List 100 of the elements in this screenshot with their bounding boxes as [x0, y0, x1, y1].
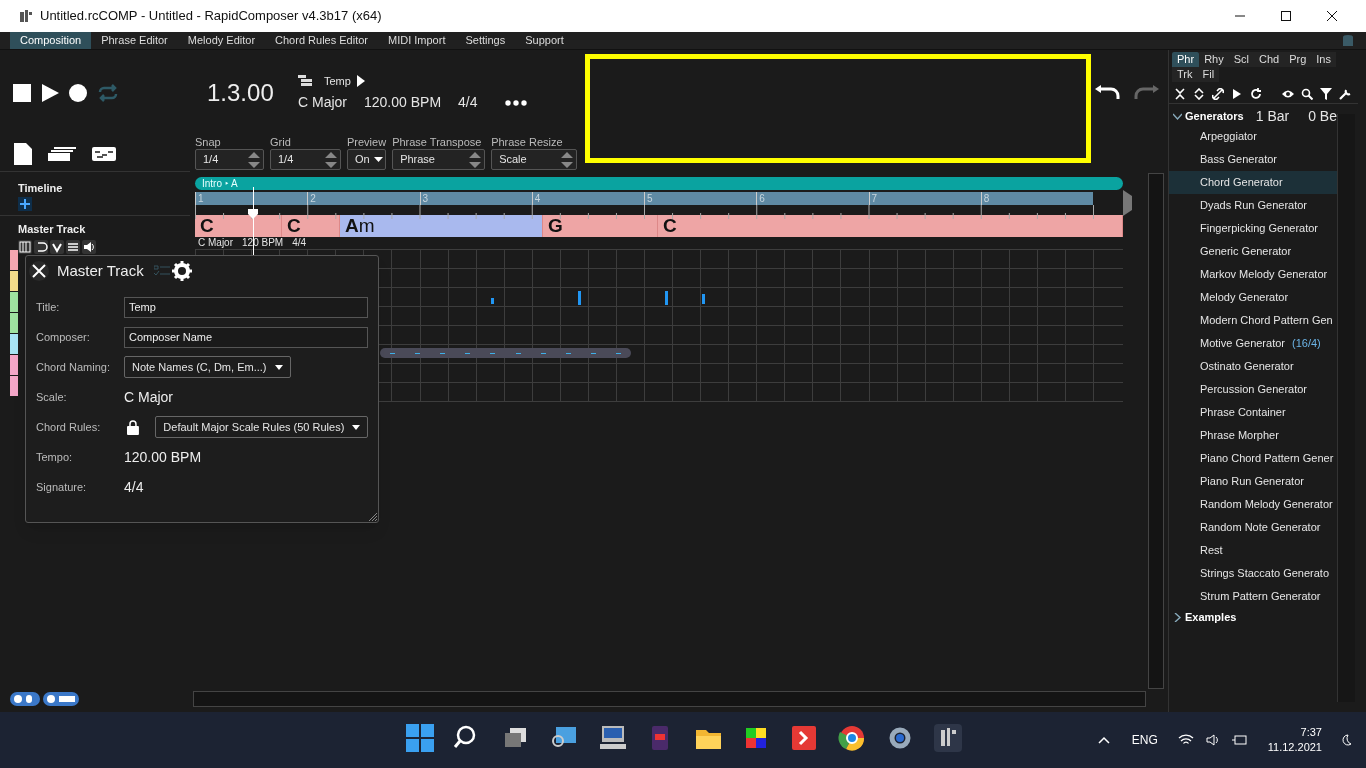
tree-item[interactable]: Percussion Generator	[1169, 378, 1337, 401]
tree-item[interactable]: Rest	[1169, 539, 1337, 562]
menu-tab[interactable]: Support	[515, 32, 574, 49]
tree-item[interactable]: Motive Generator (16/4)	[1169, 332, 1337, 355]
text-input[interactable]: Composer Name	[124, 326, 368, 348]
layers-icon[interactable]	[48, 146, 76, 161]
maximize-icon[interactable]	[1280, 10, 1292, 22]
menu-tab[interactable]: Composition	[10, 32, 92, 49]
lock-icon[interactable]	[127, 419, 140, 435]
filter-icon[interactable]	[1320, 87, 1332, 100]
dropdown[interactable]: Default Major Scale Rules (50 Rules)	[155, 416, 368, 438]
record-icon[interactable]	[69, 84, 87, 102]
chevron-right-icon[interactable]	[1173, 612, 1182, 622]
spinner-field[interactable]: 1/4	[270, 149, 341, 170]
tree-item[interactable]: Random Melody Generator	[1169, 493, 1337, 516]
add-button[interactable]	[18, 196, 32, 211]
link-icon[interactable]	[1212, 87, 1224, 100]
tree-item[interactable]: Chord Generator	[1169, 171, 1337, 194]
library-tab[interactable]: Ins	[1311, 52, 1336, 67]
spinner-field[interactable]: Phrase	[392, 149, 486, 170]
refresh-icon[interactable]	[1250, 87, 1262, 100]
redo-icon[interactable]	[1133, 85, 1159, 101]
spinner-arrows-icon[interactable]	[468, 151, 483, 168]
tree-item[interactable]: Generic Generator	[1169, 240, 1337, 263]
library-tab[interactable]: Scl	[1228, 52, 1254, 67]
spinner-field[interactable]: Scale	[491, 149, 578, 170]
chevron-down-icon[interactable]	[50, 239, 64, 254]
tree-item[interactable]: Random Note Generator	[1169, 516, 1337, 539]
close-icon[interactable]	[29, 261, 49, 281]
menu-tab[interactable]: Chord Rules Editor	[265, 32, 378, 49]
menu-tab[interactable]: Phrase Editor	[91, 32, 178, 49]
chord-block[interactable]: C	[195, 215, 282, 237]
spinner-arrows-icon[interactable]	[560, 151, 575, 168]
tree-item[interactable]: Ostinato Generator	[1169, 355, 1337, 378]
piano-roll-icon[interactable]	[92, 146, 116, 161]
menu-icon[interactable]	[66, 239, 80, 254]
tree-folder[interactable]: Generators	[1185, 107, 1244, 125]
tree-item[interactable]: Melody Generator	[1169, 286, 1337, 309]
dropdown[interactable]: Note Names (C, Dm, Em...)	[124, 356, 291, 378]
tree-item[interactable]: Bass Generator	[1169, 148, 1337, 171]
tree-item[interactable]: Arpeggiator	[1169, 125, 1337, 148]
spinner-arrows-icon[interactable]	[247, 151, 261, 168]
menu-tab[interactable]: Settings	[455, 32, 516, 49]
wrench-icon[interactable]	[1339, 87, 1351, 100]
vertical-scrollbar[interactable]	[1148, 173, 1164, 689]
battery-plug-icon[interactable]	[1231, 734, 1248, 746]
spinner-arrows-icon[interactable]	[324, 151, 338, 168]
tree-item[interactable]: Dyads Run Generator	[1169, 194, 1337, 217]
settings-icon[interactable]	[171, 261, 192, 281]
expand-arrow-icon[interactable]	[356, 75, 365, 87]
library-tab[interactable]: Phr	[1172, 52, 1200, 67]
keyboard-info-icon[interactable]	[43, 692, 79, 706]
search-icon[interactable]	[1301, 87, 1313, 100]
wifi-icon[interactable]	[1177, 734, 1194, 746]
library-tab[interactable]: Rhy	[1199, 52, 1229, 67]
menu-tab[interactable]: MIDI Import	[378, 32, 456, 49]
chevron-up-icon[interactable]	[1097, 736, 1110, 744]
windows-start-icon[interactable]	[404, 722, 436, 754]
tree-item[interactable]: Piano Run Generator	[1169, 470, 1337, 493]
play-icon[interactable]	[1231, 87, 1243, 100]
language-indicator[interactable]: ENG	[1131, 731, 1158, 749]
resize-grip-icon[interactable]	[369, 513, 377, 521]
play-icon[interactable]	[41, 84, 59, 102]
mouse-info-icon[interactable]	[10, 692, 40, 706]
library-tab[interactable]: Prg	[1284, 52, 1312, 67]
loop-arrow-icon[interactable]	[34, 239, 48, 254]
close-icon[interactable]	[1326, 10, 1338, 22]
text-input[interactable]: Temp	[124, 296, 368, 318]
app-logo-icon[interactable]	[932, 722, 964, 754]
chord-block[interactable]: Am	[340, 215, 543, 237]
spinner-field[interactable]: 1/4	[195, 149, 264, 170]
checklist-icon[interactable]	[153, 265, 170, 277]
tree-item[interactable]: Modern Chord Pattern Gen	[1169, 309, 1337, 332]
scroll-end-arrow-icon[interactable]	[1123, 190, 1132, 216]
library-tab[interactable]: Fil	[1197, 67, 1220, 82]
list-icon[interactable]	[298, 75, 312, 87]
collapse-all-icon[interactable]	[1174, 87, 1186, 100]
tree-folder[interactable]: Examples	[1185, 608, 1237, 626]
piano-icon[interactable]	[18, 239, 32, 254]
menu-tab[interactable]: Melody Editor	[177, 32, 266, 49]
undo-icon[interactable]	[1095, 85, 1121, 101]
horizontal-scrollbar[interactable]	[193, 691, 1146, 707]
speaker-icon[interactable]	[1205, 734, 1220, 746]
tree-item[interactable]: Markov Melody Generator	[1169, 263, 1337, 286]
caret-icon[interactable]	[374, 157, 383, 162]
tree-item[interactable]: Strings Staccato Generato	[1169, 562, 1337, 585]
clock-date[interactable]: 11.12.2021	[1267, 740, 1322, 755]
chord-block[interactable]: C	[658, 215, 1123, 237]
library-tab[interactable]: Trk	[1172, 67, 1198, 82]
caret-icon[interactable]	[352, 424, 360, 430]
chord-block[interactable]: G	[543, 215, 658, 237]
speaker-icon[interactable]	[82, 239, 96, 254]
tree-item[interactable]: Strum Pattern Generator	[1169, 585, 1337, 608]
document-icon[interactable]	[14, 142, 32, 165]
clock-time[interactable]: 7:37	[1300, 725, 1322, 740]
tree-item[interactable]: Fingerpicking Generator	[1169, 217, 1337, 240]
chord-block[interactable]: C	[282, 215, 340, 237]
moon-icon[interactable]	[1340, 734, 1352, 746]
tree-item[interactable]: Phrase Container	[1169, 401, 1337, 424]
more-icon[interactable]	[504, 99, 527, 106]
